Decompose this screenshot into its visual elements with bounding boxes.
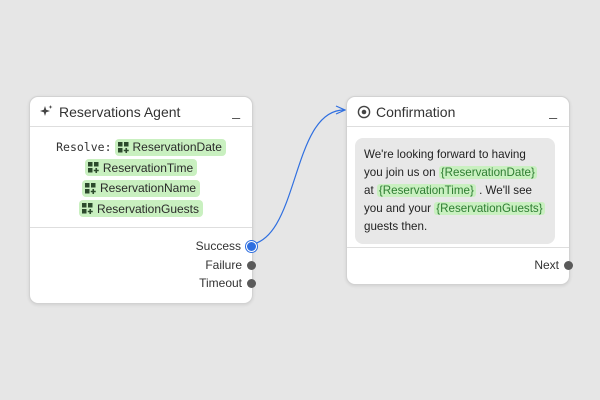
sparkles-icon [39, 104, 54, 119]
radio-target-icon [356, 104, 371, 119]
variable-chip-reservation-guests[interactable]: ReservationGuests [78, 200, 204, 217]
resolve-row-time: ReservationTime [30, 158, 252, 178]
resolve-label: Resolve: [56, 140, 112, 154]
variable-name: ReservationTime [102, 160, 194, 175]
message-variable-reservation-date: {ReservationDate} [438, 166, 537, 179]
port-handle[interactable] [564, 260, 573, 270]
confirmation-node-divider [347, 247, 569, 248]
connection-success-to-confirmation[interactable] [245, 109, 345, 246]
port-handle[interactable] [246, 240, 257, 252]
port-handle[interactable] [247, 260, 256, 270]
agent-node-divider [30, 227, 252, 228]
variable-chip-reservation-time[interactable]: ReservationTime [84, 159, 198, 176]
output-port-success[interactable]: Success [195, 237, 257, 255]
port-label: Next [534, 258, 559, 272]
agent-node-title: Reservations Agent [59, 103, 181, 120]
confirmation-node[interactable]: Confirmation _ We're looking forward to … [346, 96, 573, 285]
output-port-timeout[interactable]: Timeout [199, 274, 256, 292]
message-text: guests then. [364, 220, 428, 233]
port-label: Timeout [199, 276, 242, 290]
resolve-row-guests: ReservationGuests [30, 199, 252, 219]
resolve-list: Resolve: ReservationDate ReservationTime [30, 127, 252, 219]
message-bubble[interactable]: We're looking forward to having you join… [355, 138, 555, 244]
variable-name: ReservationDate [132, 140, 222, 154]
port-handle[interactable] [247, 278, 256, 288]
reservations-agent-node[interactable]: Reservations Agent _ Resolve: Reservatio… [29, 96, 257, 304]
variable-name: ReservationGuests [96, 201, 200, 216]
variable-icon [87, 162, 99, 173]
output-port-failure[interactable]: Failure [205, 256, 256, 274]
confirmation-node-title: Confirmation [376, 103, 456, 120]
variable-icon [81, 203, 93, 214]
variable-chip-reservation-date[interactable]: ReservationDate [114, 138, 226, 156]
variable-name: ReservationName [99, 181, 197, 195]
agent-minimize-button[interactable]: _ [230, 104, 242, 118]
confirmation-node-header[interactable]: Confirmation _ [347, 97, 569, 127]
confirmation-minimize-button[interactable]: _ [547, 104, 559, 118]
resolve-row-name: ReservationName [30, 178, 252, 198]
message-variable-reservation-guests: {ReservationGuests} [434, 202, 545, 215]
message-text: at [364, 184, 377, 197]
variable-chip-reservation-name[interactable]: ReservationName [81, 179, 201, 197]
agent-node-header[interactable]: Reservations Agent _ [30, 97, 252, 127]
variable-icon [84, 182, 96, 194]
port-label: Success [195, 239, 241, 253]
port-label: Failure [205, 258, 242, 272]
variable-icon [117, 141, 129, 153]
message-variable-reservation-time: {ReservationTime} [376, 184, 476, 197]
resolve-row-date: Resolve: ReservationDate [30, 137, 252, 157]
output-port-next[interactable]: Next [534, 256, 573, 274]
